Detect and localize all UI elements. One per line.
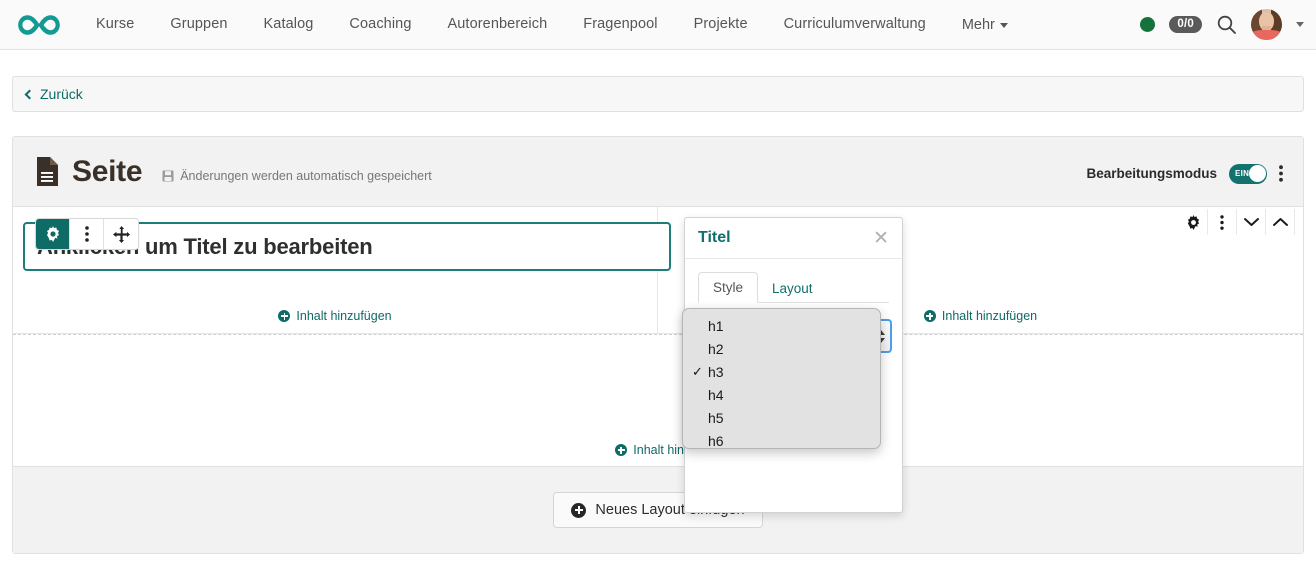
nav-item-gruppen[interactable]: Gruppen	[152, 0, 245, 49]
nav-item-autorenbereich[interactable]: Autorenbereich	[430, 0, 566, 49]
popover-tabs: Style Layout	[685, 259, 902, 303]
element-toolbar-left	[35, 218, 139, 250]
edit-mode-label: Bearbeitungsmodus	[1086, 166, 1217, 181]
chevron-down-icon	[1244, 217, 1259, 227]
dropdown-label-h4: h4	[708, 387, 724, 403]
move-arrows-icon	[113, 226, 130, 243]
popover-title: Titel	[698, 229, 731, 247]
dropdown-option-h3[interactable]: ✓ h3	[683, 360, 880, 383]
autosave-text: Änderungen werden automatisch gespeicher…	[180, 169, 432, 183]
nav-item-kurse[interactable]: Kurse	[78, 0, 152, 49]
dropdown-label-h6: h6	[708, 433, 724, 449]
search-icon[interactable]	[1216, 14, 1237, 35]
page-content-area: Anklicken um Titel zu bearbeiten Inhalt …	[13, 207, 1303, 554]
nav-right-cluster: 0/0	[1140, 9, 1316, 40]
vertical-dots-icon	[85, 226, 89, 242]
document-icon	[35, 156, 60, 187]
save-icon	[162, 170, 174, 182]
popover-header: Titel ✕	[685, 218, 902, 259]
layout-row-two-columns: Anklicken um Titel zu bearbeiten Inhalt …	[13, 207, 1303, 334]
edit-mode-controls: Bearbeitungsmodus EIN	[1086, 164, 1283, 184]
dropdown-option-h1[interactable]: h1	[683, 314, 880, 337]
dropdown-option-h4[interactable]: h4	[683, 383, 880, 406]
notification-count-badge[interactable]: 0/0	[1169, 16, 1202, 34]
dropdown-check-h3: ✓	[692, 364, 708, 380]
chevron-down-icon	[1000, 23, 1008, 28]
vertical-dots-icon	[1220, 215, 1224, 230]
plus-circle-icon	[924, 310, 936, 322]
container-collapse-down-button[interactable]	[1237, 209, 1266, 235]
dropdown-label-h3: h3	[708, 364, 724, 380]
app-window: Kurse Gruppen Katalog Coaching Autorenbe…	[0, 0, 1316, 567]
page-editor-panel: Seite Änderungen werden automatisch gesp…	[12, 136, 1304, 554]
chevron-left-icon	[25, 89, 35, 99]
element-toolbar-right	[1179, 209, 1295, 235]
add-content-left-label: Inhalt hinzufügen	[296, 309, 391, 323]
container-collapse-up-button[interactable]	[1266, 209, 1295, 235]
avatar-shirt	[1251, 30, 1282, 40]
toggle-knob	[1249, 165, 1266, 182]
dropdown-option-h5[interactable]: h5	[683, 406, 880, 429]
dropdown-label-h2: h2	[708, 341, 724, 357]
back-button-label: Zurück	[40, 86, 83, 102]
nav-item-fragenpool[interactable]: Fragenpool	[565, 0, 675, 49]
avatar[interactable]	[1251, 9, 1282, 40]
chevron-up-icon	[1273, 217, 1288, 227]
element-menu-button[interactable]	[70, 219, 104, 249]
add-content-left-button[interactable]: Inhalt hinzufügen	[278, 309, 391, 323]
toggle-state-label: EIN	[1235, 169, 1249, 178]
layout-row-full-width: Inhalt hinzuf	[13, 334, 1303, 466]
edit-mode-toggle[interactable]: EIN	[1229, 164, 1267, 184]
element-settings-button[interactable]	[36, 219, 70, 249]
style-select-dropdown: h1 h2 ✓ h3 h4 h5 h6	[682, 308, 881, 449]
back-button[interactable]: Zurück	[26, 86, 83, 102]
nav-items: Kurse Gruppen Katalog Coaching Autorenbe…	[78, 0, 1026, 49]
plus-circle-icon	[571, 503, 586, 518]
infinity-logo-icon	[15, 12, 63, 38]
tab-style[interactable]: Style	[698, 272, 758, 303]
container-settings-button[interactable]	[1179, 209, 1208, 235]
dropdown-label-h1: h1	[708, 318, 724, 334]
gear-icon	[1186, 215, 1201, 230]
nav-mehr-label: Mehr	[962, 17, 995, 33]
plus-circle-icon	[278, 310, 290, 322]
dropdown-label-h5: h5	[708, 410, 724, 426]
nav-item-mehr[interactable]: Mehr	[944, 17, 1026, 33]
user-menu-chevron-down-icon[interactable]	[1296, 22, 1304, 27]
online-status-dot[interactable]	[1140, 17, 1155, 32]
add-content-right-label: Inhalt hinzufügen	[942, 309, 1037, 323]
gear-icon	[45, 226, 61, 242]
tab-layout[interactable]: Layout	[758, 274, 827, 303]
back-bar: Zurück	[12, 76, 1304, 112]
element-move-button[interactable]	[104, 219, 138, 249]
plus-circle-icon	[615, 444, 627, 456]
nav-item-coaching[interactable]: Coaching	[331, 0, 429, 49]
nav-item-projekte[interactable]: Projekte	[676, 0, 766, 49]
nav-item-katalog[interactable]: Katalog	[246, 0, 332, 49]
dropdown-option-h6[interactable]: h6	[683, 429, 880, 452]
nav-item-curriculumverwaltung[interactable]: Curriculumverwaltung	[766, 0, 944, 49]
page-title: Seite	[72, 155, 142, 189]
page-editor-header: Seite Änderungen werden automatisch gesp…	[13, 137, 1303, 207]
top-navigation-bar: Kurse Gruppen Katalog Coaching Autorenbe…	[0, 0, 1316, 50]
dropdown-option-h2[interactable]: h2	[683, 337, 880, 360]
page-menu-vertical-dots-icon[interactable]	[1279, 165, 1283, 182]
layout-footer-band: Neues Layout einfügen	[13, 466, 1303, 553]
autosave-status: Änderungen werden automatisch gespeicher…	[162, 169, 432, 183]
add-content-right-button[interactable]: Inhalt hinzufügen	[924, 309, 1037, 323]
close-icon[interactable]: ✕	[873, 229, 889, 248]
brand-logo[interactable]	[0, 12, 78, 38]
container-menu-button[interactable]	[1208, 209, 1237, 235]
